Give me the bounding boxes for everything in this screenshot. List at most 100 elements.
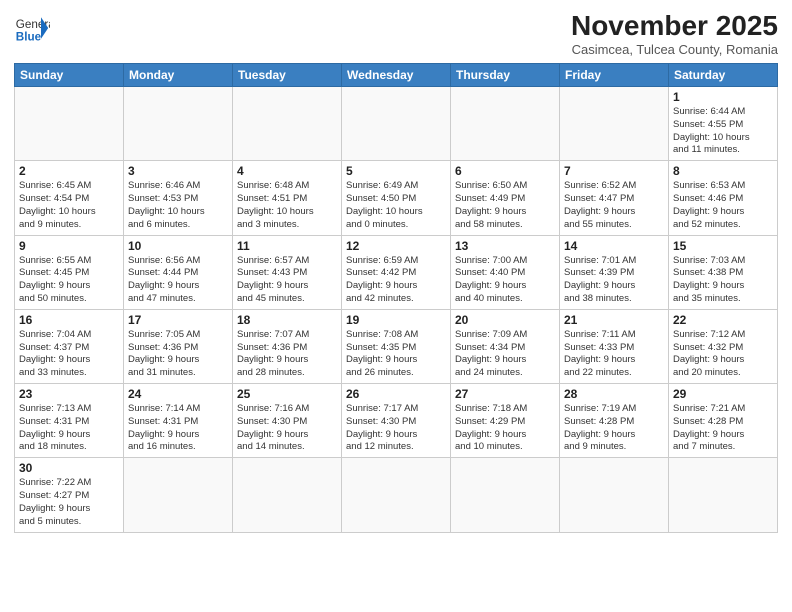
day-info: Sunrise: 7:16 AM Sunset: 4:30 PM Dayligh… bbox=[237, 403, 337, 454]
day-cell bbox=[560, 87, 669, 161]
week-row-5: 30Sunrise: 7:22 AM Sunset: 4:27 PM Dayli… bbox=[15, 458, 778, 532]
day-number: 12 bbox=[346, 239, 446, 253]
day-cell: 16Sunrise: 7:04 AM Sunset: 4:37 PM Dayli… bbox=[15, 309, 124, 383]
logo: General Blue bbox=[14, 10, 50, 46]
day-cell: 28Sunrise: 7:19 AM Sunset: 4:28 PM Dayli… bbox=[560, 384, 669, 458]
col-saturday: Saturday bbox=[669, 64, 778, 87]
day-info: Sunrise: 6:53 AM Sunset: 4:46 PM Dayligh… bbox=[673, 180, 773, 231]
col-tuesday: Tuesday bbox=[233, 64, 342, 87]
day-info: Sunrise: 6:48 AM Sunset: 4:51 PM Dayligh… bbox=[237, 180, 337, 231]
day-number: 9 bbox=[19, 239, 119, 253]
calendar-title: November 2025 bbox=[571, 10, 778, 42]
day-number: 8 bbox=[673, 164, 773, 178]
day-info: Sunrise: 7:12 AM Sunset: 4:32 PM Dayligh… bbox=[673, 329, 773, 380]
day-number: 2 bbox=[19, 164, 119, 178]
day-number: 4 bbox=[237, 164, 337, 178]
calendar-table: Sunday Monday Tuesday Wednesday Thursday… bbox=[14, 63, 778, 533]
day-number: 28 bbox=[564, 387, 664, 401]
day-cell bbox=[124, 87, 233, 161]
day-info: Sunrise: 7:00 AM Sunset: 4:40 PM Dayligh… bbox=[455, 255, 555, 306]
day-cell: 26Sunrise: 7:17 AM Sunset: 4:30 PM Dayli… bbox=[342, 384, 451, 458]
week-row-0: 1Sunrise: 6:44 AM Sunset: 4:55 PM Daylig… bbox=[15, 87, 778, 161]
day-cell: 4 Sunrise: 6:48 AM Sunset: 4:51 PM Daylig… bbox=[233, 161, 342, 235]
day-info: Sunrise: 6:45 AM Sunset: 4:54 PM Dayligh… bbox=[19, 180, 119, 231]
day-number: 1 bbox=[673, 90, 773, 104]
day-cell: 24Sunrise: 7:14 AM Sunset: 4:31 PM Dayli… bbox=[124, 384, 233, 458]
day-cell: 20Sunrise: 7:09 AM Sunset: 4:34 PM Dayli… bbox=[451, 309, 560, 383]
day-number: 7 bbox=[564, 164, 664, 178]
col-friday: Friday bbox=[560, 64, 669, 87]
day-number: 14 bbox=[564, 239, 664, 253]
day-info: Sunrise: 7:09 AM Sunset: 4:34 PM Dayligh… bbox=[455, 329, 555, 380]
day-cell: 9Sunrise: 6:55 AM Sunset: 4:45 PM Daylig… bbox=[15, 235, 124, 309]
day-number: 11 bbox=[237, 239, 337, 253]
week-row-2: 9Sunrise: 6:55 AM Sunset: 4:45 PM Daylig… bbox=[15, 235, 778, 309]
day-number: 30 bbox=[19, 461, 119, 475]
day-cell: 18 Sunrise: 7:07 AM Sunset: 4:36 PM Dayli… bbox=[233, 309, 342, 383]
day-info: Sunrise: 7:07 AM Sunset: 4:36 PM Dayligh… bbox=[237, 329, 337, 380]
day-cell: 13Sunrise: 7:00 AM Sunset: 4:40 PM Dayli… bbox=[451, 235, 560, 309]
day-info: Sunrise: 7:08 AM Sunset: 4:35 PM Dayligh… bbox=[346, 329, 446, 380]
day-cell: 22 Sunrise: 7:12 AM Sunset: 4:32 PM Dayli… bbox=[669, 309, 778, 383]
day-cell bbox=[560, 458, 669, 532]
day-info: Sunrise: 6:57 AM Sunset: 4:43 PM Dayligh… bbox=[237, 255, 337, 306]
header-row: Sunday Monday Tuesday Wednesday Thursday… bbox=[15, 64, 778, 87]
day-number: 18 bbox=[237, 313, 337, 327]
day-info: Sunrise: 7:11 AM Sunset: 4:33 PM Dayligh… bbox=[564, 329, 664, 380]
day-info: Sunrise: 7:05 AM Sunset: 4:36 PM Dayligh… bbox=[128, 329, 228, 380]
day-info: Sunrise: 6:56 AM Sunset: 4:44 PM Dayligh… bbox=[128, 255, 228, 306]
day-cell bbox=[451, 458, 560, 532]
day-cell: 5Sunrise: 6:49 AM Sunset: 4:50 PM Daylig… bbox=[342, 161, 451, 235]
day-number: 17 bbox=[128, 313, 228, 327]
calendar-subtitle: Casimcea, Tulcea County, Romania bbox=[571, 42, 778, 57]
day-number: 10 bbox=[128, 239, 228, 253]
day-cell: 15 Sunrise: 7:03 AM Sunset: 4:38 PM Dayli… bbox=[669, 235, 778, 309]
day-info: Sunrise: 7:01 AM Sunset: 4:39 PM Dayligh… bbox=[564, 255, 664, 306]
day-cell: 7 Sunrise: 6:52 AM Sunset: 4:47 PM Daylig… bbox=[560, 161, 669, 235]
day-cell: 27Sunrise: 7:18 AM Sunset: 4:29 PM Dayli… bbox=[451, 384, 560, 458]
col-sunday: Sunday bbox=[15, 64, 124, 87]
day-number: 3 bbox=[128, 164, 228, 178]
day-cell: 6 Sunrise: 6:50 AM Sunset: 4:49 PM Daylig… bbox=[451, 161, 560, 235]
day-number: 5 bbox=[346, 164, 446, 178]
svg-text:Blue: Blue bbox=[16, 31, 42, 44]
day-cell: 11 Sunrise: 6:57 AM Sunset: 4:43 PM Dayli… bbox=[233, 235, 342, 309]
day-cell: 17 Sunrise: 7:05 AM Sunset: 4:36 PM Dayli… bbox=[124, 309, 233, 383]
day-info: Sunrise: 7:21 AM Sunset: 4:28 PM Dayligh… bbox=[673, 403, 773, 454]
day-number: 22 bbox=[673, 313, 773, 327]
day-cell: 25 Sunrise: 7:16 AM Sunset: 4:30 PM Dayli… bbox=[233, 384, 342, 458]
day-info: Sunrise: 6:50 AM Sunset: 4:49 PM Dayligh… bbox=[455, 180, 555, 231]
day-number: 23 bbox=[19, 387, 119, 401]
day-number: 19 bbox=[346, 313, 446, 327]
title-block: November 2025 Casimcea, Tulcea County, R… bbox=[571, 10, 778, 57]
col-wednesday: Wednesday bbox=[342, 64, 451, 87]
day-number: 15 bbox=[673, 239, 773, 253]
day-info: Sunrise: 7:17 AM Sunset: 4:30 PM Dayligh… bbox=[346, 403, 446, 454]
day-cell: 10 Sunrise: 6:56 AM Sunset: 4:44 PM Dayli… bbox=[124, 235, 233, 309]
day-cell: 30Sunrise: 7:22 AM Sunset: 4:27 PM Dayli… bbox=[15, 458, 124, 532]
day-cell bbox=[342, 87, 451, 161]
day-cell: 23 Sunrise: 7:13 AM Sunset: 4:31 PM Dayli… bbox=[15, 384, 124, 458]
day-number: 6 bbox=[455, 164, 555, 178]
day-cell: 1Sunrise: 6:44 AM Sunset: 4:55 PM Daylig… bbox=[669, 87, 778, 161]
day-number: 21 bbox=[564, 313, 664, 327]
day-cell bbox=[233, 87, 342, 161]
day-cell: 14 Sunrise: 7:01 AM Sunset: 4:39 PM Dayli… bbox=[560, 235, 669, 309]
week-row-3: 16Sunrise: 7:04 AM Sunset: 4:37 PM Dayli… bbox=[15, 309, 778, 383]
day-cell bbox=[233, 458, 342, 532]
day-cell: 8 Sunrise: 6:53 AM Sunset: 4:46 PM Daylig… bbox=[669, 161, 778, 235]
day-cell: 19 Sunrise: 7:08 AM Sunset: 4:35 PM Dayli… bbox=[342, 309, 451, 383]
day-cell: 21 Sunrise: 7:11 AM Sunset: 4:33 PM Dayli… bbox=[560, 309, 669, 383]
day-info: Sunrise: 7:13 AM Sunset: 4:31 PM Dayligh… bbox=[19, 403, 119, 454]
day-info: Sunrise: 7:03 AM Sunset: 4:38 PM Dayligh… bbox=[673, 255, 773, 306]
header: General Blue November 2025 Casimcea, Tul… bbox=[14, 10, 778, 57]
day-number: 27 bbox=[455, 387, 555, 401]
day-info: Sunrise: 6:52 AM Sunset: 4:47 PM Dayligh… bbox=[564, 180, 664, 231]
day-cell bbox=[15, 87, 124, 161]
day-number: 25 bbox=[237, 387, 337, 401]
col-monday: Monday bbox=[124, 64, 233, 87]
day-info: Sunrise: 6:59 AM Sunset: 4:42 PM Dayligh… bbox=[346, 255, 446, 306]
week-row-4: 23 Sunrise: 7:13 AM Sunset: 4:31 PM Dayli… bbox=[15, 384, 778, 458]
day-number: 24 bbox=[128, 387, 228, 401]
day-info: Sunrise: 6:46 AM Sunset: 4:53 PM Dayligh… bbox=[128, 180, 228, 231]
